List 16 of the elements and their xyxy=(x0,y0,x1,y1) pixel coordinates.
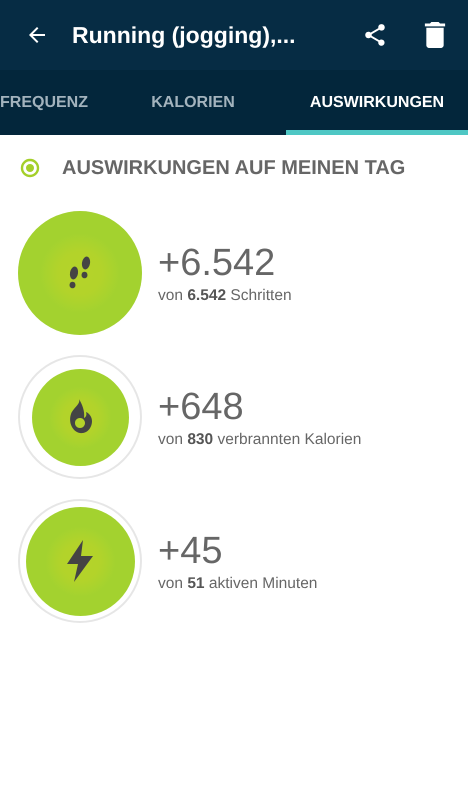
stat-value: +648 xyxy=(158,385,245,429)
tab[interactable]: AUSWIRKUNGEN xyxy=(286,70,468,135)
tab[interactable]: KALORIEN xyxy=(100,70,286,135)
trash-icon xyxy=(424,22,446,48)
target-icon xyxy=(20,158,40,178)
stat-caption: von 830 verbrannten Kalorien xyxy=(158,431,362,449)
stat-value: +45 xyxy=(158,529,224,573)
flame-icon xyxy=(67,399,93,435)
lightning-icon xyxy=(65,540,95,582)
screen-title: Running (jogging),... xyxy=(72,22,297,48)
stat-caption: von 6.542 Schritten xyxy=(158,287,292,305)
footprints-icon xyxy=(67,256,93,290)
section-title: AUSWIRKUNGEN AUF MEINEN TAG xyxy=(62,156,406,180)
tab[interactable]: FREQUENZ xyxy=(0,70,100,135)
stat-caption: von 51 aktiven Minuten xyxy=(158,575,318,593)
stat-value: +6.542 xyxy=(158,241,276,285)
